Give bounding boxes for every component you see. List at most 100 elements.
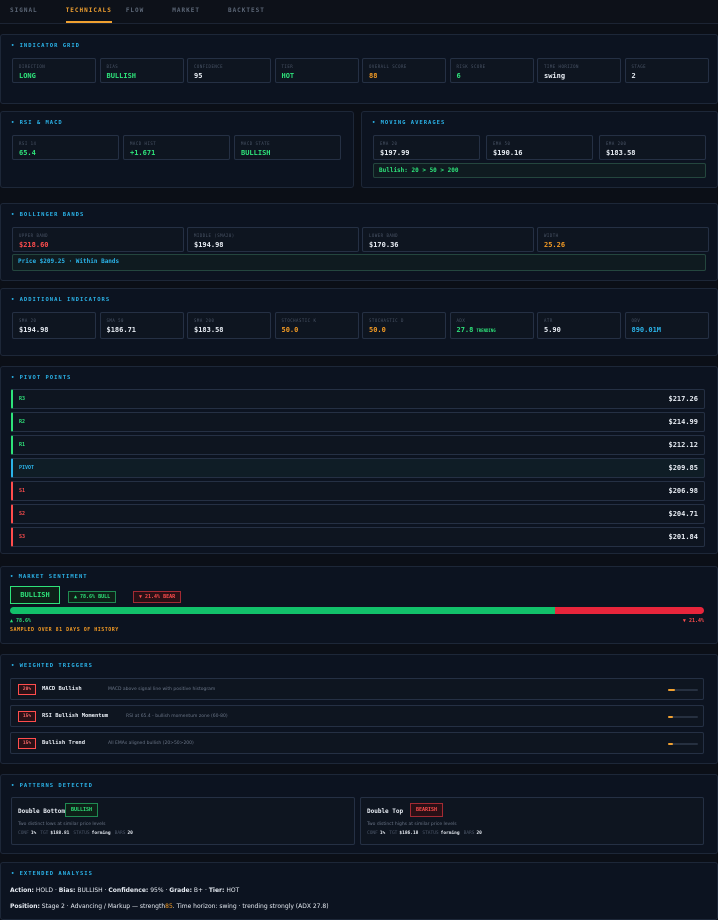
metric-value: swing — [544, 72, 614, 80]
metric-value: $186.71 — [107, 326, 177, 334]
pattern-meta-label: BARS — [114, 831, 126, 836]
metric-value-text: $183.58 — [606, 149, 636, 157]
bias-label: Bias: — [58, 887, 76, 894]
pivot-name: S1 — [19, 488, 26, 494]
trigger-description: MACD above signal line with positive his… — [108, 687, 216, 692]
metric-label: DIRECTION — [19, 64, 46, 69]
metric-value: $183.58 — [606, 149, 699, 157]
metric-label: OVERALL SCORE — [369, 64, 407, 69]
price-band-strip: Price $209.25 · Within Bands — [12, 254, 706, 271]
pivot-name: PIVOT — [19, 465, 35, 471]
pivot-price: $204.71 — [668, 510, 698, 518]
metric-label: RSI 14 — [19, 141, 37, 146]
horizon-text: . Time horizon: swing · trending strongl… — [172, 903, 329, 910]
pivot-price: $217.26 — [668, 395, 698, 403]
weighted-triggers-title: • WEIGHTED TRIGGERS — [11, 663, 93, 669]
moving-averages-title: • MOVING AVERAGES — [372, 120, 446, 126]
patterns-title: • PATTERNS DETECTED — [11, 783, 93, 789]
indicator-card: TIME HORIZON swing — [537, 58, 621, 83]
metric-value-text: 2 — [631, 72, 636, 80]
ema-card: EMA 200 $183.58 — [599, 135, 706, 160]
trigger-name: MACD Bullish — [42, 686, 82, 692]
grade-label: Grade: — [169, 887, 192, 894]
indicator-card: BIAS BULLISH — [99, 58, 184, 83]
metric-value-text: BULLISH — [241, 149, 271, 157]
tab-signal[interactable]: SIGNAL — [10, 7, 52, 23]
metric-value-text: $170.36 — [369, 241, 399, 249]
action-value: HOLD — [35, 887, 54, 894]
metric-label: STOCHASTIC K — [281, 318, 317, 323]
tab-flow[interactable]: FLOW — [126, 7, 158, 23]
rsi-macd-panel: • RSI & MACD RSI 14 65.4 MACD HIST +1.671 MA… — [0, 111, 354, 188]
pattern-card: Double Bottom BULLISH Two distinct lows at… — [11, 797, 355, 845]
trigger-weight-fill — [668, 689, 675, 691]
tab-backtest[interactable]: BACKTEST — [228, 7, 279, 23]
metric-value: 95 — [194, 72, 264, 80]
metric-value: $218.60 — [19, 241, 177, 249]
bollinger-title: • BOLLINGER BANDS — [11, 212, 85, 218]
sample-note: SAMPLED OVER 81 DAYS OF HISTORY — [10, 627, 119, 633]
pattern-meta-label: TGT — [40, 831, 49, 836]
metric-value-text: HOT — [281, 72, 295, 80]
metric-label: BIAS — [106, 64, 119, 69]
pattern-meta-label: CONF — [367, 831, 378, 836]
metric-value: $183.58 — [194, 326, 264, 334]
rsi-macd-card: RSI 14 65.4 — [12, 135, 119, 160]
pattern-meta-label: CONF — [18, 831, 29, 836]
trigger-row: 20% MACD Bullish MACD above signal line wi… — [10, 678, 704, 700]
indicator-grid-title: • INDICATOR GRID — [11, 43, 80, 49]
tab-market[interactable]: MARKET — [172, 7, 214, 23]
pivot-name: R3 — [19, 396, 26, 402]
bear-chip: ▼ 21.4% BEAR — [133, 591, 182, 603]
indicator-card: TIER HOT — [274, 58, 359, 83]
indicator-card: STOCHASTIC D 50.0 — [362, 312, 446, 339]
pivot-price: $201.84 — [668, 533, 698, 541]
strength-value: 85 — [165, 903, 173, 910]
metric-label: MACD STATE — [241, 141, 271, 146]
ema-alignment-strip: Bullish: 20 > 50 > 200 — [373, 163, 706, 178]
tab-technicals[interactable]: TECHNICALS — [65, 7, 112, 23]
bull-percent-label: ▲ 78.6% — [10, 618, 32, 624]
pattern-bias-badge: BEARISH — [410, 803, 444, 817]
indicator-card: STAGE 2 — [624, 58, 709, 83]
pivot-row-r2: R2 $214.99 — [11, 412, 705, 432]
trigger-weight-bar — [668, 716, 698, 718]
pivot-price: $209.85 — [668, 464, 698, 472]
band-card: UPPER BAND $218.60 — [12, 227, 184, 252]
metric-value-text: +1.671 — [130, 149, 156, 157]
metric-value: 890.01M — [632, 326, 702, 334]
pattern-meta-value: 20 — [476, 831, 482, 836]
metric-value: 5.90 — [544, 326, 614, 334]
indicator-card: ADX 27.8 TRENDING — [449, 312, 534, 339]
metric-value: 6 — [457, 72, 527, 80]
metric-label: STOCHASTIC D — [369, 318, 404, 323]
additional-indicators-title: • ADDITIONAL INDICATORS — [11, 297, 111, 303]
additional-indicators-panel: • ADDITIONAL INDICATORS SMA 20 $194.98 SMA… — [0, 288, 718, 356]
pattern-meta-value: $188.81 — [50, 831, 70, 836]
confidence-label: Confidence: — [108, 887, 149, 894]
pattern-meta-label: TGT — [389, 831, 398, 836]
metric-label: MACD HIST — [130, 141, 157, 146]
trigger-weight-fill — [668, 716, 674, 718]
pattern-bias-badge: BULLISH — [65, 803, 99, 817]
pattern-name: Double Bottom — [18, 808, 65, 815]
metric-value-text: BULLISH — [106, 72, 137, 80]
metric-value-text: 5.90 — [544, 326, 561, 334]
band-card: LOWER BAND $170.36 — [362, 227, 534, 252]
metric-value: 50.0 — [369, 326, 439, 334]
sentiment-bar-bull — [10, 607, 556, 614]
rsi-macd-card: MACD HIST +1.671 — [123, 135, 230, 160]
rsi-macd-card: MACD STATE BULLISH — [234, 135, 341, 160]
metric-label: EMA 20 — [380, 141, 398, 146]
bias-value: BULLISH — [77, 887, 103, 894]
pattern-meta-label: STATUS — [73, 831, 90, 836]
tier-label: Tier: — [208, 887, 225, 894]
metric-value: $197.99 — [380, 149, 473, 157]
grade-value: B+ — [193, 887, 204, 894]
pattern-name: Double Top — [367, 808, 404, 815]
metric-label: OBV — [631, 318, 641, 323]
metric-value: $170.36 — [369, 241, 527, 249]
pivot-price: $214.99 — [668, 418, 698, 426]
sentiment-bar — [10, 607, 704, 614]
pivot-row-s1: S1 $206.98 — [11, 481, 705, 501]
